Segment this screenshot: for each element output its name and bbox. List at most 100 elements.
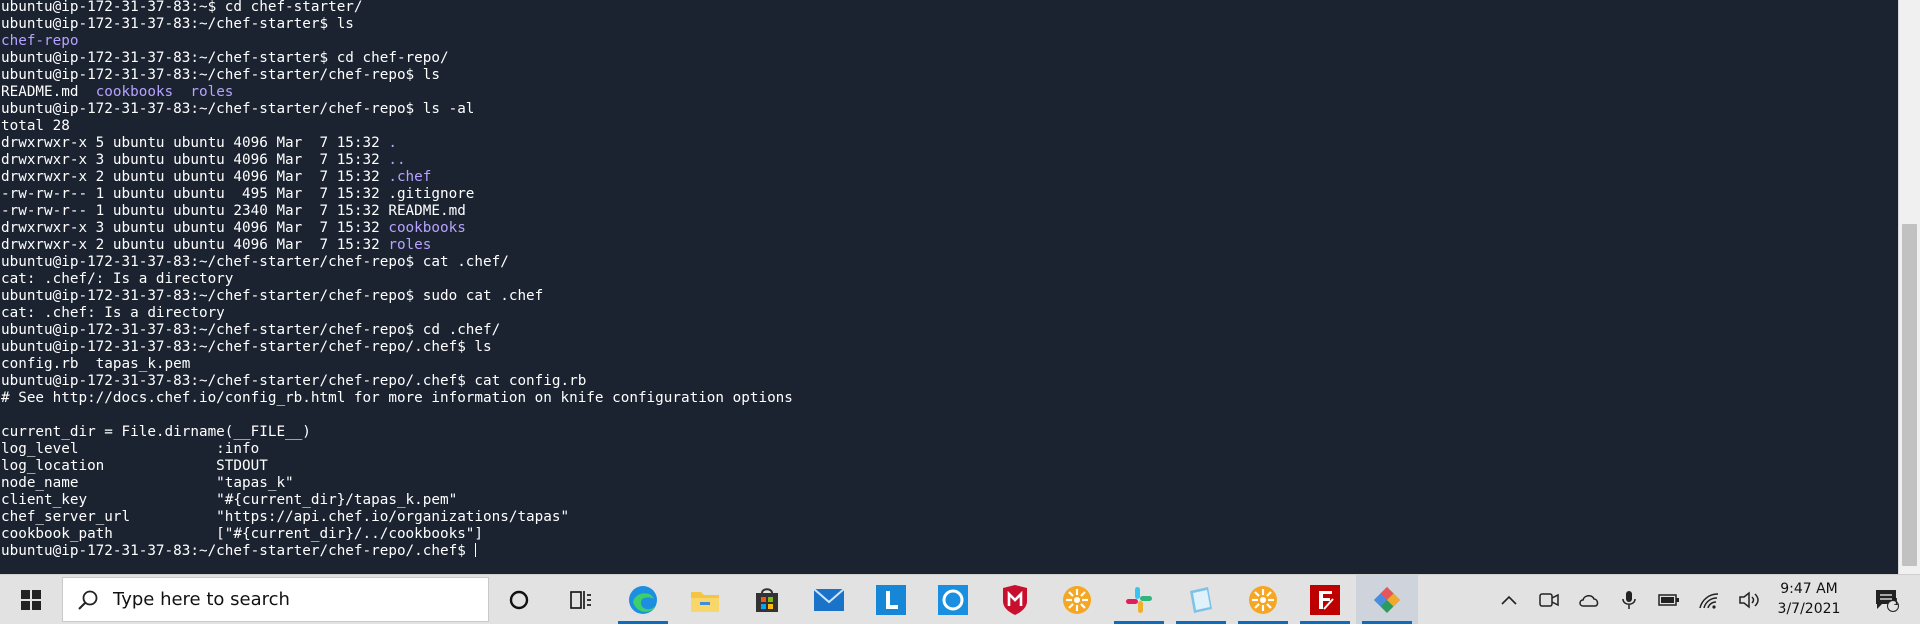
terminal-line: total 28: [1, 118, 1898, 135]
terminal-text: drwxrwxr-x 2 ubuntu ubuntu 4096 Mar 7 15…: [1, 237, 389, 253]
notification-count-badge: 1: [1893, 597, 1900, 608]
tray-show-hidden[interactable]: [1490, 575, 1528, 624]
terminal-line: drwxrwxr-x 5 ubuntu ubuntu 4096 Mar 7 15…: [1, 135, 1898, 152]
taskbar-app-notepad[interactable]: [1170, 575, 1232, 624]
terminal-text: ubuntu@ip-172-31-37-83:~/chef-starter/ch…: [1, 322, 501, 338]
terminal-text: ubuntu@ip-172-31-37-83:~/chef-starter/ch…: [1, 254, 509, 270]
terminal-line: -rw-rw-r-- 1 ubuntu ubuntu 2340 Mar 7 15…: [1, 203, 1898, 220]
taskbar-search-box[interactable]: Type here to search: [62, 577, 489, 622]
terminal-text: README.md: [1, 84, 96, 100]
taskbar-app-filezilla[interactable]: [1294, 575, 1356, 624]
terminal-text: ubuntu@ip-172-31-37-83:~/chef-starter$ c…: [1, 50, 449, 66]
terminal-line: chef-repo: [1, 33, 1898, 50]
task-view-button[interactable]: [550, 575, 612, 624]
terminal-line: current_dir = File.dirname(__FILE__): [1, 424, 1898, 441]
terminal-line: # See http://docs.chef.io/config_rb.html…: [1, 390, 1898, 407]
directory-name: roles: [190, 84, 234, 100]
terminal-text: drwxrwxr-x 3 ubuntu ubuntu 4096 Mar 7 15…: [1, 220, 389, 236]
windows-logo-icon: [21, 589, 41, 610]
terminal-line: log_level :info: [1, 441, 1898, 458]
taskbar-app-mcafee[interactable]: [984, 575, 1046, 624]
terminal-text: chef_server_url "https://api.chef.io/org…: [1, 509, 570, 525]
tray-meet-now[interactable]: [1530, 575, 1568, 624]
mcafee-shield-icon: [1003, 584, 1027, 615]
git-diamond-icon: [1374, 586, 1400, 613]
store-bag-icon: [756, 587, 778, 612]
directory-name: cookbooks: [95, 84, 174, 100]
scrollbar-thumb[interactable]: [1902, 224, 1917, 566]
terminal-text: -rw-rw-r-- 1 ubuntu ubuntu 2340 Mar 7 15…: [1, 203, 466, 219]
search-icon: [78, 590, 98, 610]
terminal-line: ubuntu@ip-172-31-37-83:~/chef-starter/ch…: [1, 101, 1898, 118]
terminal-text: -rw-rw-r-- 1 ubuntu ubuntu 495 Mar 7 15:…: [1, 186, 475, 202]
terminal-line: ubuntu@ip-172-31-37-83:~/chef-starter/ch…: [1, 322, 1898, 339]
terminal-text: log_location STDOUT: [1, 458, 268, 474]
terminal-text: ubuntu@ip-172-31-37-83:~/chef-starter/ch…: [1, 288, 544, 304]
wifi-icon: [1699, 592, 1719, 609]
tray-wifi[interactable]: [1690, 575, 1728, 624]
cloud-icon: [1579, 594, 1599, 607]
orange-flower-app-icon-2: [1249, 585, 1277, 614]
cortana-icon: [509, 590, 529, 609]
mail-icon: [813, 587, 845, 611]
terminal-line: ubuntu@ip-172-31-37-83:~/chef-starter/ch…: [1, 67, 1898, 84]
tray-onedrive[interactable]: [1570, 575, 1608, 624]
terminal-window[interactable]: ubuntu@ip-172-31-37-83:~$ cd chef-starte…: [0, 0, 1920, 574]
terminal-text: log_level :info: [1, 441, 260, 457]
action-center-button[interactable]: 1: [1862, 575, 1912, 624]
terminal-text: ubuntu@ip-172-31-37-83:~/chef-starter/ch…: [1, 67, 440, 83]
tray-microphone[interactable]: [1610, 575, 1648, 624]
terminal-line: node_name "tapas_k": [1, 475, 1898, 492]
battery-icon: [1658, 593, 1679, 606]
taskbar-app-slack[interactable]: [1108, 575, 1170, 624]
tray-volume[interactable]: [1730, 575, 1768, 624]
taskbar-app-alexa[interactable]: [922, 575, 984, 624]
terminal-line: ubuntu@ip-172-31-37-83:~/chef-starter/ch…: [1, 288, 1898, 305]
taskbar-app-mail[interactable]: [798, 575, 860, 624]
taskbar-clock[interactable]: 9:47 AM 3/7/2021: [1768, 579, 1850, 621]
microphone-icon: [1622, 590, 1636, 609]
start-button[interactable]: [0, 575, 62, 624]
taskbar-app-edge[interactable]: [612, 575, 674, 624]
directory-name: roles: [388, 237, 432, 253]
directory-name: .chef: [388, 169, 432, 185]
terminal-text: drwxrwxr-x 2 ubuntu ubuntu 4096 Mar 7 15…: [1, 169, 389, 185]
taskbar-app-l[interactable]: [860, 575, 922, 624]
taskbar-app-orange-1[interactable]: [1046, 575, 1108, 624]
filezilla-icon: [1310, 584, 1340, 615]
orange-flower-app-icon: [1063, 585, 1091, 614]
terminal-text: cookbook_path ["#{current_dir}/../cookbo…: [1, 526, 484, 542]
taskbar-app-putty[interactable]: [1356, 575, 1418, 624]
terminal-text: ubuntu@ip-172-31-37-83:~/chef-starter/ch…: [1, 339, 492, 355]
task-view-icon: [570, 590, 591, 609]
directory-name: cookbooks: [388, 220, 466, 236]
taskbar-app-store[interactable]: [736, 575, 798, 624]
terminal-line: log_location STDOUT: [1, 458, 1898, 475]
terminal-text: cat: .chef: Is a directory: [1, 305, 225, 321]
taskbar: Type here to search 9:47 AM 3/7/2021 1: [0, 574, 1920, 624]
terminal-text: drwxrwxr-x 3 ubuntu ubuntu 4096 Mar 7 15…: [1, 152, 389, 168]
tray-battery[interactable]: [1650, 575, 1688, 624]
terminal-line: ubuntu@ip-172-31-37-83:~/chef-starter/ch…: [1, 339, 1898, 356]
terminal-text: drwxrwxr-x 5 ubuntu ubuntu 4096 Mar 7 15…: [1, 135, 389, 151]
terminal-text: client_key "#{current_dir}/tapas_k.pem": [1, 492, 458, 508]
terminal-text: ubuntu@ip-172-31-37-83:~/chef-starter/ch…: [1, 543, 475, 559]
terminal-line: ubuntu@ip-172-31-37-83:~/chef-starter$ l…: [1, 16, 1898, 33]
terminal-line: ubuntu@ip-172-31-37-83:~/chef-starter/ch…: [1, 543, 1898, 560]
terminal-text: ubuntu@ip-172-31-37-83:~/chef-starter$ l…: [1, 16, 354, 32]
clock-time: 9:47 AM: [1780, 581, 1838, 597]
terminal-line: drwxrwxr-x 2 ubuntu ubuntu 4096 Mar 7 15…: [1, 237, 1898, 254]
slack-icon: [1126, 586, 1152, 613]
directory-name: chef-repo: [1, 33, 79, 49]
terminal-text: total 28: [1, 118, 70, 134]
terminal-scrollbar[interactable]: [1898, 0, 1920, 574]
taskbar-app-orange-2[interactable]: [1232, 575, 1294, 624]
terminal-line: config.rb tapas_k.pem: [1, 356, 1898, 373]
taskbar-app-file-explorer[interactable]: [674, 575, 736, 624]
folder-icon: [691, 591, 719, 612]
terminal-line: drwxrwxr-x 3 ubuntu ubuntu 4096 Mar 7 15…: [1, 152, 1898, 169]
terminal-line: cookbook_path ["#{current_dir}/../cookbo…: [1, 526, 1898, 543]
cortana-button[interactable]: [488, 575, 550, 624]
terminal-text: # See http://docs.chef.io/config_rb.html…: [1, 390, 793, 406]
